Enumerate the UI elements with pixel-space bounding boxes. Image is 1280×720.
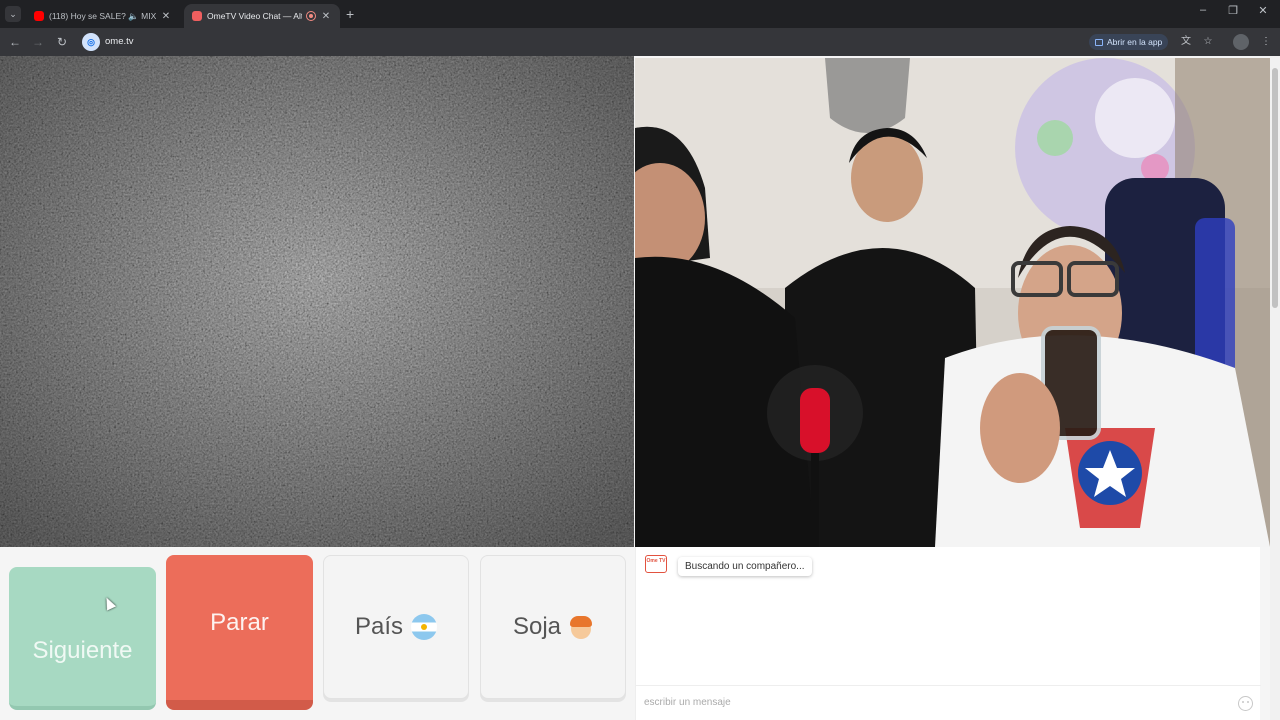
- tab-ometv[interactable]: OmeTV Video Chat — Alter ✕: [184, 4, 340, 28]
- tab-title: (118) Hoy se SALE? 🔈 MIX PREV: [49, 10, 156, 21]
- more-menu-icon[interactable]: ⋮: [1258, 34, 1274, 50]
- back-arrow-icon[interactable]: ←: [7, 34, 23, 50]
- next-button-label: Siguiente: [32, 636, 133, 664]
- chat-status-message: Buscando un compañero...: [678, 557, 812, 576]
- recording-indicator-icon: [306, 11, 316, 21]
- boy-emoji-icon: [569, 614, 593, 640]
- ometv-page: Siguiente Parar País Soja Ome TV Buscand…: [0, 56, 1280, 720]
- restore-button[interactable]: ❐: [1218, 4, 1248, 17]
- partner-video: [0, 56, 634, 547]
- open-in-app-button[interactable]: Abrir en la app: [1089, 34, 1169, 50]
- site-info-icon[interactable]: ◎: [82, 33, 100, 51]
- self-camera-video: [635, 58, 1270, 547]
- ometv-favicon-icon: [192, 11, 202, 21]
- divider: [636, 685, 1261, 686]
- youtube-favicon-icon: [34, 11, 44, 21]
- page-scrollbar[interactable]: [1270, 56, 1280, 720]
- tab-close-icon[interactable]: ✕: [160, 11, 172, 22]
- new-tab-button[interactable]: +: [346, 6, 354, 22]
- message-input[interactable]: [644, 692, 1224, 712]
- ometv-logo-icon: Ome TV: [645, 555, 667, 573]
- open-in-app-label: Abrir en la app: [1107, 37, 1163, 47]
- bookmark-star-icon[interactable]: ☆: [1200, 34, 1216, 50]
- translate-icon[interactable]: 文: [1178, 34, 1194, 50]
- gender-button-label: Soja: [512, 613, 562, 640]
- stop-button-label: Parar: [210, 608, 269, 636]
- scrollbar-thumb[interactable]: [1272, 68, 1278, 308]
- tab-youtube[interactable]: (118) Hoy se SALE? 🔈 MIX PREV ✕: [26, 4, 180, 28]
- chat-panel: Ome TV Buscando un compañero...: [635, 547, 1261, 720]
- tab-search-chevron-icon[interactable]: ⌄: [5, 6, 21, 22]
- profile-avatar-icon[interactable]: [1233, 34, 1249, 50]
- forward-arrow-icon[interactable]: →: [30, 34, 46, 50]
- minimize-button[interactable]: –: [1188, 4, 1218, 16]
- address-bar[interactable]: ome.tv: [105, 36, 134, 47]
- tab-close-icon[interactable]: ✕: [320, 11, 332, 22]
- country-filter-button[interactable]: País: [323, 555, 469, 699]
- gender-filter-button[interactable]: Soja: [480, 555, 626, 699]
- reload-icon[interactable]: ↻: [54, 34, 70, 50]
- browser-tab-bar: ⌄ (118) Hoy se SALE? 🔈 MIX PREV ✕ OmeTV …: [0, 0, 1280, 28]
- stop-button[interactable]: Parar: [166, 555, 313, 710]
- country-button-label: País: [354, 613, 404, 640]
- app-window-icon: [1095, 38, 1103, 46]
- tab-title: OmeTV Video Chat — Alter: [207, 11, 302, 21]
- argentina-flag-icon: [411, 614, 438, 640]
- next-button[interactable]: Siguiente: [9, 567, 156, 710]
- smiley-icon[interactable]: [1238, 696, 1253, 711]
- close-window-button[interactable]: ✕: [1248, 4, 1278, 17]
- browser-toolbar: ← → ↻ ◎ ome.tv Abrir en la app 文 ☆ ⋮: [0, 28, 1280, 56]
